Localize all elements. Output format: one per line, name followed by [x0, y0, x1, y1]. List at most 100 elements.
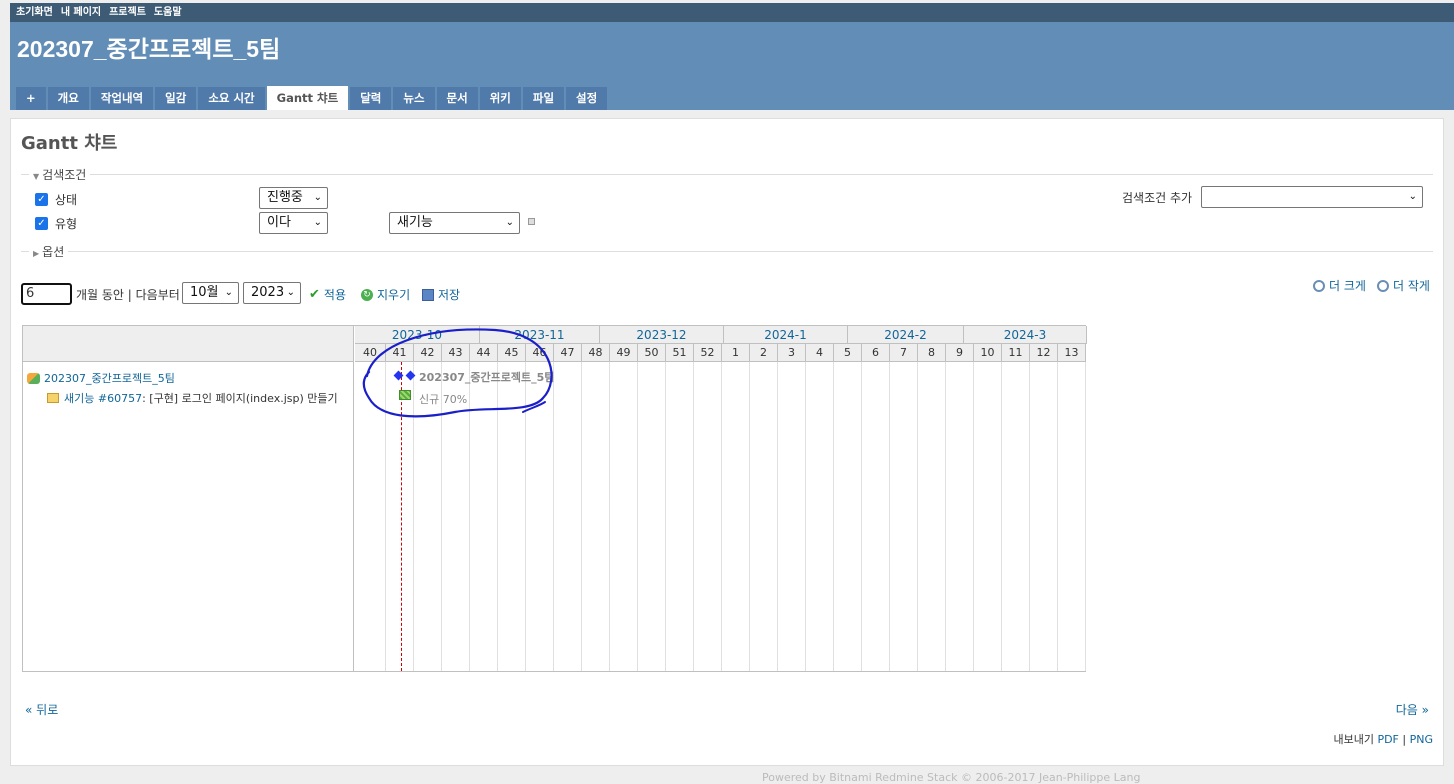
next-link[interactable]: 다음 » — [1396, 701, 1429, 718]
status-checkbox[interactable]: ✓ — [35, 192, 48, 206]
tab-calendar[interactable]: 달력 — [350, 87, 392, 110]
week-header: 9 — [946, 344, 974, 362]
top-menu-my-page[interactable]: 내 페이지 — [61, 3, 101, 22]
add-filter-label: 검색조건 추가 — [1122, 191, 1193, 205]
tab-activity[interactable]: 작업내역 — [90, 87, 154, 110]
clear-button[interactable]: ↻ 지우기 — [361, 286, 410, 303]
week-header: 3 — [778, 344, 806, 362]
week-column — [778, 362, 806, 671]
status-operator-select[interactable]: 진행중 ⌄ — [259, 187, 328, 209]
chevron-down-icon: ⌄ — [505, 217, 514, 228]
top-menu: 초기화면 내 페이지 프로젝트 도움말 — [10, 3, 1454, 22]
toggle-multiselect-icon[interactable] — [528, 218, 535, 225]
zoom-in-icon — [1313, 279, 1325, 292]
gantt-subjects: 202307_중간프로젝트_5팀 새기능 #60757: [구현] 로그인 페이… — [23, 326, 354, 671]
year-select[interactable]: 2023 ⌄ — [243, 282, 301, 304]
gantt-issue-subject: : [구현] 로그인 페이지(index.jsp) 만들기 — [142, 392, 338, 405]
save-button[interactable]: 저장 — [422, 286, 460, 303]
week-header: 13 — [1058, 344, 1086, 362]
week-column — [974, 362, 1002, 671]
week-column — [638, 362, 666, 671]
week-column — [890, 362, 918, 671]
week-column — [666, 362, 694, 671]
export-bar: 내보내기 PDF | PNG — [1333, 731, 1433, 747]
type-operator-select[interactable]: 이다 ⌄ — [259, 212, 328, 234]
main-menu: + 개요 작업내역 일감 소요 시간 Gantt 챠트 달력 뉴스 문서 위키 … — [16, 86, 608, 110]
week-column — [946, 362, 974, 671]
export-separator: | — [1402, 733, 1407, 746]
gantt-issue-link[interactable]: 새기능 #60757 — [64, 392, 142, 405]
content: Gantt 챠트 ▼ 검색조건 ✓ 상태 진행중 ⌄ ✓ 유형 이다 ⌄ 새기능 ⌄ 검… — [10, 118, 1444, 766]
gantt-subjects-header — [23, 326, 353, 362]
export-png-link[interactable]: PNG — [1410, 733, 1433, 746]
gantt-area: 2023-10 2023-11 2023-12 2024-1 2024-2 20… — [355, 326, 1087, 671]
month-header: 2024-3 — [964, 326, 1087, 344]
type-checkbox[interactable]: ✓ — [35, 216, 48, 230]
months-text: 개월 동안 | 다음부터 — [76, 288, 180, 302]
week-column — [918, 362, 946, 671]
header: 202307_중간프로젝트_5팀 + 개요 작업내역 일감 소요 시간 Gant… — [10, 22, 1454, 110]
week-column — [806, 362, 834, 671]
tab-gantt[interactable]: Gantt 챠트 — [266, 86, 349, 110]
expand-arrow-icon: ▶ — [33, 249, 40, 258]
month-select[interactable]: 10월 ⌄ — [182, 282, 239, 304]
gantt-project-link[interactable]: 202307_중간프로젝트_5팀 — [44, 370, 175, 386]
check-icon: ✔ — [309, 287, 320, 302]
type-label: 유형 — [55, 216, 78, 231]
annotation-circle — [362, 328, 553, 418]
week-header: 5 — [834, 344, 862, 362]
week-header: 10 — [974, 344, 1002, 362]
week-header: 7 — [890, 344, 918, 362]
add-filter-select[interactable]: ⌄ — [1201, 186, 1423, 208]
export-label: 내보내기 — [1333, 733, 1374, 746]
reload-icon: ↻ — [361, 288, 373, 301]
save-icon — [422, 288, 434, 301]
tab-new[interactable]: + — [16, 87, 46, 110]
tab-settings[interactable]: 설정 — [566, 87, 608, 110]
week-column — [862, 362, 890, 671]
chevron-down-icon: ⌄ — [224, 287, 233, 298]
chevron-down-icon: ⌄ — [1408, 191, 1417, 202]
tab-files[interactable]: 파일 — [522, 87, 565, 110]
chevron-down-icon: ⌄ — [313, 192, 322, 203]
week-header: 2 — [750, 344, 778, 362]
tab-overview[interactable]: 개요 — [47, 87, 89, 110]
months-input[interactable]: 6 — [21, 283, 72, 305]
zoom-out-button[interactable]: 더 작게 — [1377, 277, 1430, 294]
options-legend[interactable]: ▶ 옵션 — [29, 243, 69, 260]
tab-issues[interactable]: 일감 — [155, 87, 197, 110]
collapse-arrow-icon: ▼ — [33, 172, 40, 181]
week-header: 48 — [582, 344, 610, 362]
apply-button[interactable]: ✔ 적용 — [309, 286, 346, 303]
tab-documents[interactable]: 문서 — [436, 87, 478, 110]
tab-time[interactable]: 소요 시간 — [198, 87, 265, 110]
prev-link[interactable]: « 뒤로 — [25, 701, 58, 718]
tab-news[interactable]: 뉴스 — [393, 87, 435, 110]
top-menu-help[interactable]: 도움말 — [154, 3, 182, 22]
options-divider — [21, 251, 1433, 252]
week-column — [722, 362, 750, 671]
week-column — [582, 362, 610, 671]
export-pdf-link[interactable]: PDF — [1377, 733, 1398, 746]
month-header: 2023-12 — [600, 326, 724, 344]
top-menu-projects[interactable]: 프로젝트 — [109, 3, 146, 22]
filters-legend[interactable]: ▼ 검색조건 — [29, 166, 91, 183]
filters-divider — [21, 174, 1433, 175]
footer: Powered by Bitnami Redmine Stack © 2006-… — [762, 771, 1141, 784]
week-column — [750, 362, 778, 671]
type-value-select[interactable]: 새기능 ⌄ — [389, 212, 520, 234]
gantt-issue-row: 새기능 #60757: [구현] 로그인 페이지(index.jsp) 만들기 — [47, 390, 338, 406]
week-header: 49 — [610, 344, 638, 362]
top-menu-home[interactable]: 초기화면 — [16, 3, 53, 22]
week-header: 4 — [806, 344, 834, 362]
week-header: 12 — [1030, 344, 1058, 362]
filter-type: ✓ 유형 — [35, 213, 77, 233]
project-title: 202307_중간프로젝트_5팀 — [17, 36, 281, 62]
week-column — [1030, 362, 1058, 671]
issue-icon — [47, 393, 59, 403]
status-label: 상태 — [55, 192, 78, 207]
tab-wiki[interactable]: 위키 — [479, 87, 521, 110]
zoom-in-button[interactable]: 더 크게 — [1313, 277, 1366, 294]
zoom-out-icon — [1377, 279, 1389, 292]
week-column — [610, 362, 638, 671]
